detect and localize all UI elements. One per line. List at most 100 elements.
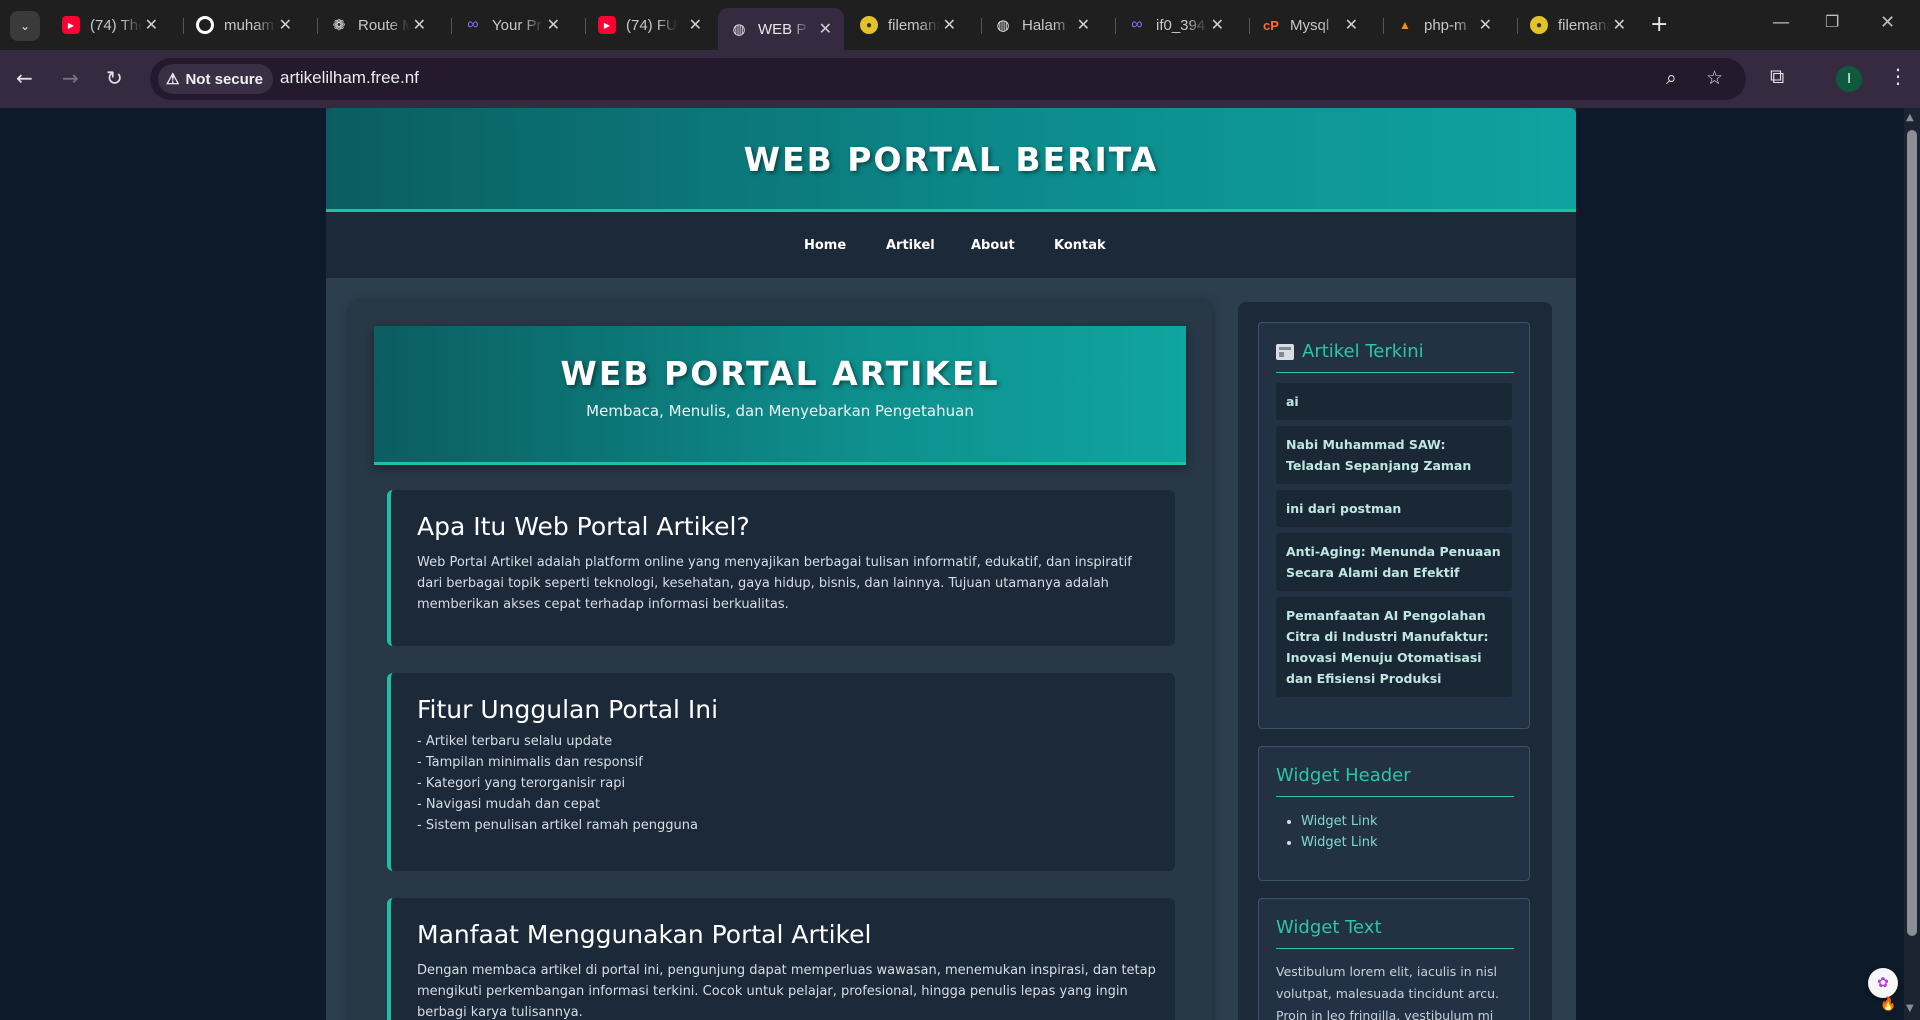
recent-articles-widget: Artikel Terkini ai Nabi Muhammad SAW: Te… (1258, 322, 1530, 729)
chevron-down-icon: ⌄ (19, 19, 31, 33)
widget-link[interactable]: Widget Link (1301, 835, 1378, 850)
recent-article-link[interactable]: ai (1276, 383, 1512, 420)
close-tab-icon[interactable]: ✕ (1613, 15, 1626, 35)
scroll-thumb[interactable] (1907, 130, 1917, 936)
widget-link-list: Widget Link Widget Link (1301, 811, 1378, 853)
scroll-down-icon[interactable]: ▼ (1906, 1003, 1914, 1014)
reload-icon[interactable]: ↻ (106, 66, 123, 90)
profile-avatar[interactable]: I (1836, 66, 1862, 92)
nav-kontak[interactable]: Kontak (1054, 238, 1106, 253)
site-nav: Home Artikel About Kontak (326, 212, 1576, 278)
close-tab-icon[interactable]: ✕ (819, 19, 832, 39)
cpanel-icon: cP (1263, 17, 1279, 33)
minimize-icon[interactable]: — (1772, 12, 1790, 33)
restore-icon[interactable]: ❐ (1825, 12, 1839, 31)
widget-header-box: Widget Header Widget Link Widget Link (1258, 746, 1530, 881)
list-item: Widget Link (1301, 832, 1378, 853)
scroll-up-icon[interactable]: ▲ (1906, 112, 1914, 123)
browser-tab[interactable]: ▶ (74) FU ✕ (586, 8, 714, 42)
widget-text-box: Widget Text Vestibulum lorem elit, iacul… (1258, 898, 1530, 1020)
tab-search-button[interactable]: ⌄ (10, 11, 40, 41)
page-viewport: WEB PORTAL BERITA Home Artikel About Kon… (0, 108, 1904, 1020)
close-tab-icon[interactable]: ✕ (689, 15, 702, 35)
page-container: WEB PORTAL BERITA Home Artikel About Kon… (326, 108, 1576, 1020)
recent-article-link[interactable]: Anti-Aging: Menunda Penuaan Secara Alami… (1276, 533, 1512, 591)
list-item: Widget Link (1301, 811, 1378, 832)
recent-article-link[interactable]: Nabi Muhammad SAW: Teladan Sepanjang Zam… (1276, 426, 1512, 484)
browser-tab[interactable]: ❁ Route M ✕ (318, 8, 438, 42)
widget-link[interactable]: Widget Link (1301, 814, 1378, 829)
site-title: WEB PORTAL BERITA (743, 140, 1159, 179)
widget-title: Widget Header (1276, 765, 1514, 797)
nav-about[interactable]: About (971, 238, 1015, 253)
info-card: Apa Itu Web Portal Artikel? Web Portal A… (387, 490, 1175, 646)
newspaper-icon (1276, 344, 1294, 360)
main-content: WEB PORTAL ARTIKEL Membaca, Menulis, dan… (350, 302, 1212, 1020)
filemanager-icon: ● (860, 16, 878, 34)
hero-title: WEB PORTAL ARTIKEL (560, 354, 1000, 393)
close-tab-icon[interactable]: ✕ (1211, 15, 1224, 35)
card-body: Dengan membaca artikel di portal ini, pe… (417, 963, 1156, 1020)
hero-subtitle: Membaca, Menulis, dan Menyebarkan Penget… (586, 402, 974, 420)
browser-tab-active[interactable]: ◍ WEB P ✕ (718, 8, 844, 50)
browser-tab[interactable]: ▲ php-m ✕ (1384, 8, 1504, 42)
sidebar: Artikel Terkini ai Nabi Muhammad SAW: Te… (1238, 302, 1552, 1020)
site-header: WEB PORTAL BERITA (326, 108, 1576, 212)
filemanager-icon: ● (1530, 16, 1548, 34)
assistant-icon: ✿ (1877, 975, 1889, 991)
menu-kebab-icon[interactable]: ⋮ (1888, 64, 1908, 88)
flame-icon: 🔥 (1880, 997, 1897, 1012)
forward-arrow-icon[interactable]: → (62, 66, 79, 90)
close-tab-icon[interactable]: ✕ (547, 15, 560, 35)
openai-icon: ❁ (332, 17, 346, 34)
list-item: - Tampilan minimalis dan responsif (417, 755, 643, 770)
widget-title: Artikel Terkini (1276, 341, 1514, 373)
page-scrollbar[interactable]: ▲ ▼ (1904, 108, 1920, 1020)
security-chip[interactable]: ⚠ Not secure (158, 64, 273, 94)
close-tab-icon[interactable]: ✕ (145, 15, 158, 35)
close-tab-icon[interactable]: ✕ (1345, 15, 1358, 35)
card-title: Manfaat Menggunakan Portal Artikel (417, 920, 872, 949)
nav-artikel[interactable]: Artikel (886, 238, 935, 253)
browser-tab[interactable]: ▶ (74) The ✕ (50, 8, 170, 42)
close-tab-icon[interactable]: ✕ (279, 15, 292, 35)
browser-tab[interactable]: muhammad ✕ (184, 8, 304, 42)
bookmark-star-icon[interactable]: ☆ (1706, 67, 1723, 89)
recent-article-link[interactable]: Pemanfaatan AI Pengolahan Citra di Indus… (1276, 597, 1512, 697)
github-icon (196, 16, 214, 34)
close-tab-icon[interactable]: ✕ (1077, 15, 1090, 35)
browser-tab[interactable]: ◍ Halam ✕ (982, 8, 1102, 42)
browser-tab-bar: ⌄ ▶ (74) The ✕ muhammad ✕ ❁ Route M ✕ ∞ … (0, 0, 1920, 50)
list-item: - Sistem penulisan artikel ramah penggun… (417, 818, 698, 833)
infinityfree-icon: ∞ (1131, 16, 1143, 33)
browser-tab[interactable]: ∞ Your Pr ✕ (452, 8, 572, 42)
floating-assistant-button[interactable]: ✿ (1868, 968, 1898, 998)
extensions-puzzle-icon[interactable]: ⧉ (1770, 64, 1784, 88)
youtube-icon: ▶ (62, 16, 80, 34)
card-title: Apa Itu Web Portal Artikel? (417, 512, 750, 541)
close-tab-icon[interactable]: ✕ (943, 15, 956, 35)
close-tab-icon[interactable]: ✕ (1479, 15, 1492, 35)
widget-title: Widget Text (1276, 917, 1514, 949)
back-arrow-icon[interactable]: ← (16, 66, 33, 90)
zoom-icon[interactable]: ⌕ (1666, 67, 1677, 89)
browser-tab[interactable]: ∞ if0_394 ✕ (1116, 8, 1236, 42)
phpmyadmin-icon: ▲ (1399, 18, 1411, 32)
warning-triangle-icon: ⚠ (166, 71, 180, 88)
widget-text-body: Vestibulum lorem elit, iaculis in nisl v… (1276, 964, 1500, 1020)
close-window-icon[interactable]: ✕ (1880, 12, 1895, 33)
browser-tab[interactable]: ● filemanager ✕ (1518, 8, 1638, 42)
address-bar[interactable]: ⚠ Not secure artikelilham.free.nf ⌕ ☆ (150, 58, 1746, 100)
url-text[interactable]: artikelilham.free.nf (280, 68, 419, 88)
globe-icon: ◍ (996, 17, 1010, 34)
recent-article-link[interactable]: ini dari postman (1276, 490, 1512, 527)
new-tab-plus-icon[interactable]: + (1650, 12, 1668, 37)
card-title: Fitur Unggulan Portal Ini (417, 695, 719, 724)
nav-home[interactable]: Home (804, 238, 846, 253)
browser-tab[interactable]: cP Mysql ✕ (1250, 8, 1370, 42)
hero-banner: WEB PORTAL ARTIKEL Membaca, Menulis, dan… (374, 326, 1186, 465)
features-card: Fitur Unggulan Portal Ini - Artikel terb… (387, 673, 1175, 871)
browser-tab[interactable]: ● filemanager ✕ (848, 8, 968, 42)
close-tab-icon[interactable]: ✕ (413, 15, 426, 35)
list-item: - Kategori yang terorganisir rapi (417, 776, 626, 791)
